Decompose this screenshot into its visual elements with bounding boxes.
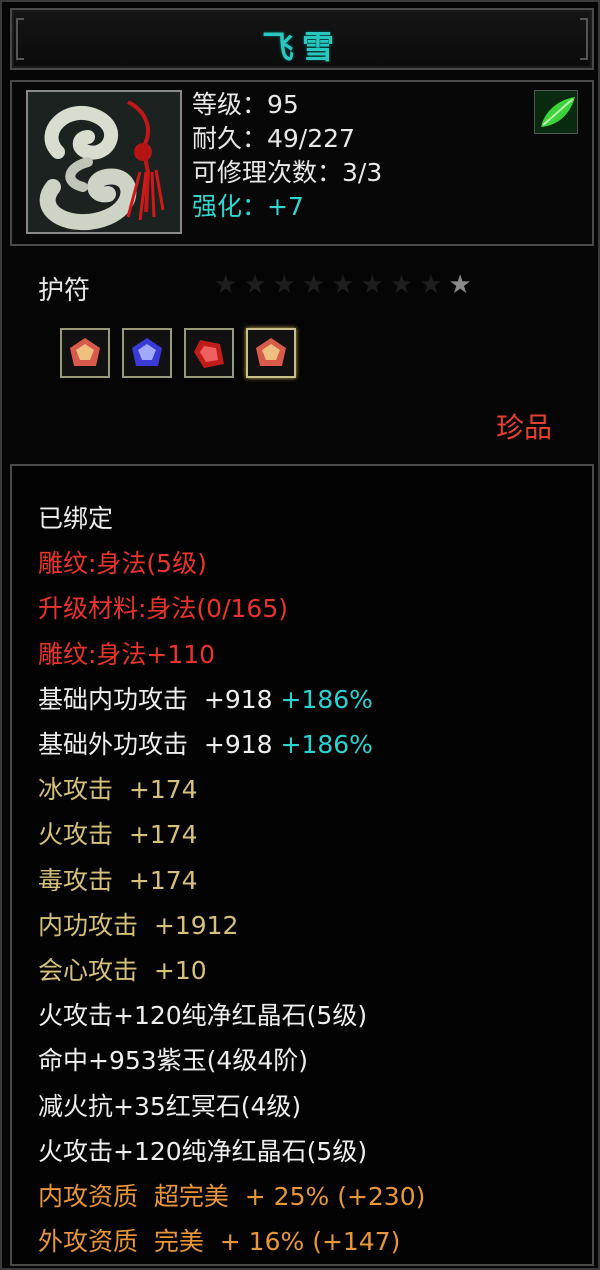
star-empty-icon: ★ — [214, 270, 238, 300]
attribute-line: 升级材料:身法(0/165) — [38, 594, 288, 624]
attribute-panel: 已绑定 雕纹:身法(5级) 升级材料:身法(0/165) 雕纹:身法+110 基… — [10, 464, 594, 1266]
star-rating: ★ ★ ★ ★ ★ ★ ★ ★ ★ — [214, 270, 472, 300]
attribute-percent: +186% — [280, 684, 373, 714]
title-bar: 飞雪 — [10, 8, 594, 70]
bound-status: 已绑定 — [38, 504, 114, 533]
durability-stat: 耐久：49/227 — [192, 124, 355, 153]
gem-bonus-line: 火攻击+120纯净红晶石(5级) — [38, 1136, 368, 1166]
item-info-panel: 等级：95 耐久：49/227 可修理次数：3/3 强化：+7 — [10, 80, 594, 246]
item-category: 护符 — [38, 276, 91, 306]
rarity-label: 珍品 — [495, 411, 552, 444]
gem-bonus-line: 命中+953紫玉(4级4阶) — [38, 1046, 308, 1076]
leaf-icon — [534, 90, 578, 134]
item-tooltip: 飞雪 等级：95 耐久：49/227 可修理次数：3/3 强化：+7 护符 ★ … — [0, 0, 600, 1270]
star-empty-icon: ★ — [243, 270, 267, 300]
attribute-line: 会心攻击 +10 — [38, 956, 207, 986]
enhance-stat: 强化：+7 — [192, 192, 304, 221]
attribute-line: 基础内功攻击 +918 +186% — [38, 677, 425, 722]
attribute-list: 已绑定 雕纹:身法(5级) 升级材料:身法(0/165) 雕纹:身法+110 基… — [38, 496, 425, 1264]
gem-bonus-line: 火攻击+120纯净红晶石(5级) — [38, 1001, 368, 1031]
level-stat: 等级：95 — [192, 90, 299, 119]
red-yellow-gem-icon[interactable] — [60, 328, 110, 378]
repair-count-stat: 可修理次数：3/3 — [192, 158, 383, 187]
aptitude-line: 外攻资质 完美 + 16% (+147) — [38, 1227, 401, 1257]
red-yellow-gem-icon-2[interactable] — [246, 328, 296, 378]
blue-gem-icon[interactable] — [122, 328, 172, 378]
attribute-line: 内功攻击 +1912 — [38, 910, 239, 940]
gem-sockets — [60, 328, 296, 378]
red-gem-icon[interactable] — [184, 328, 234, 378]
star-empty-icon: ★ — [389, 270, 414, 300]
attribute-line: 雕纹:身法+110 — [38, 639, 216, 669]
attribute-percent: +186% — [280, 730, 373, 760]
amulet-icon[interactable] — [26, 90, 182, 234]
star-lit-icon: ★ — [448, 270, 472, 300]
aptitude-line: 内攻资质 超完美 + 25% (+230) — [38, 1182, 426, 1212]
star-empty-icon: ★ — [419, 270, 443, 300]
item-stats: 等级：95 耐久：49/227 可修理次数：3/3 强化：+7 — [192, 88, 382, 224]
star-empty-icon: ★ — [360, 270, 384, 300]
star-empty-icon: ★ — [272, 270, 296, 300]
attribute-line: 雕纹:身法(5级) — [38, 549, 207, 579]
attribute-text: 基础外功攻击 +918 — [38, 730, 281, 760]
attribute-line: 火攻击 +174 — [38, 820, 198, 850]
star-empty-icon: ★ — [331, 270, 355, 300]
star-empty-icon: ★ — [301, 270, 326, 300]
attribute-line: 冰攻击 +174 — [38, 775, 198, 805]
gem-bonus-line: 减火抗+35红冥石(4级) — [38, 1091, 302, 1121]
attribute-line: 基础外功攻击 +918 +186% — [38, 722, 425, 767]
attribute-text: 基础内功攻击 +918 — [38, 684, 281, 714]
item-name: 飞雪 — [261, 28, 342, 66]
attribute-line: 毒攻击 +174 — [38, 865, 198, 895]
